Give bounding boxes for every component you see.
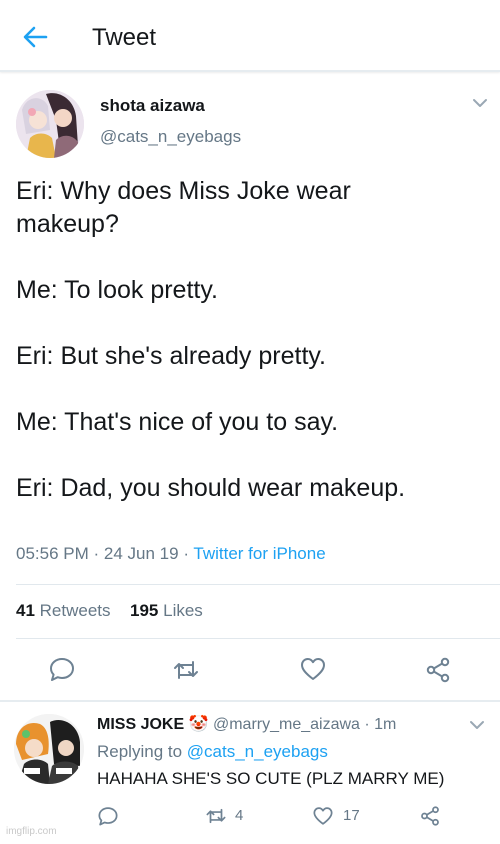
tweet-meta: 05:56 PM · 24 Jun 19 · Twitter for iPhon… (16, 544, 326, 564)
tweet-source-link[interactable]: Twitter for iPhone (193, 544, 325, 563)
reply-time: 1m (374, 716, 397, 733)
top-bar: Tweet (0, 0, 500, 72)
like-count: 195 (130, 601, 159, 620)
tweet-time: 05:56 PM (16, 544, 89, 563)
author-handle[interactable]: @cats_n_eyebags (100, 127, 241, 147)
page-title: Tweet (92, 24, 157, 51)
reply-avatar-illustration (14, 714, 84, 784)
tweet-text: Eri: Why does Miss Joke wear makeup? Me:… (16, 177, 406, 502)
chevron-down-icon[interactable] (468, 719, 486, 731)
chevron-down-icon[interactable] (470, 96, 490, 110)
meta-separator: · (364, 716, 375, 733)
tweet-stats: 41 Retweets 195 Likes (16, 601, 203, 621)
retweet-icon[interactable] (172, 656, 200, 684)
reply-text: HAHAHA SHE'S SO CUTE (PLZ MARRY ME) (97, 769, 445, 788)
retweet-icon[interactable] (205, 805, 227, 827)
divider (16, 638, 500, 639)
reply-like-count: 17 (343, 807, 360, 824)
watermark: imgflip.com (6, 826, 57, 837)
retweets-stat[interactable]: 41 Retweets (16, 601, 111, 620)
meta-separator: · (183, 544, 194, 563)
share-icon[interactable] (419, 805, 441, 827)
reply-retweet-count: 4 (235, 807, 244, 824)
retweet-count: 41 (16, 601, 35, 620)
author-avatar[interactable] (16, 90, 84, 158)
divider (0, 700, 500, 702)
like-icon[interactable] (312, 805, 334, 827)
replying-mention-link[interactable]: @cats_n_eyebags (187, 742, 328, 761)
replying-label: Replying to (97, 742, 183, 761)
reply-author-name[interactable]: MISS JOKE (97, 716, 184, 733)
share-icon[interactable] (424, 656, 452, 684)
retweet-label: Retweets (39, 601, 111, 620)
reply-author-handle[interactable]: @marry_me_aizawa (213, 716, 360, 733)
replying-to: Replying to @cats_n_eyebags (97, 742, 328, 762)
clown-emoji: 🤡 (188, 716, 209, 733)
reply-header: MISS JOKE 🤡 @marry_me_aizawa · 1m (97, 714, 396, 734)
avatar-illustration (16, 90, 84, 158)
arrow-left-icon[interactable] (20, 22, 50, 52)
like-label: Likes (163, 601, 203, 620)
like-icon[interactable] (299, 655, 327, 683)
meta-separator: · (93, 544, 104, 563)
likes-stat[interactable]: 195 Likes (130, 601, 203, 620)
reply-icon[interactable] (48, 655, 76, 683)
tweet-date: 24 Jun 19 (103, 544, 179, 563)
reply-avatar[interactable] (14, 714, 84, 784)
reply-icon[interactable] (97, 805, 119, 827)
author-name[interactable]: shota aizawa (100, 96, 205, 116)
divider (16, 584, 500, 585)
